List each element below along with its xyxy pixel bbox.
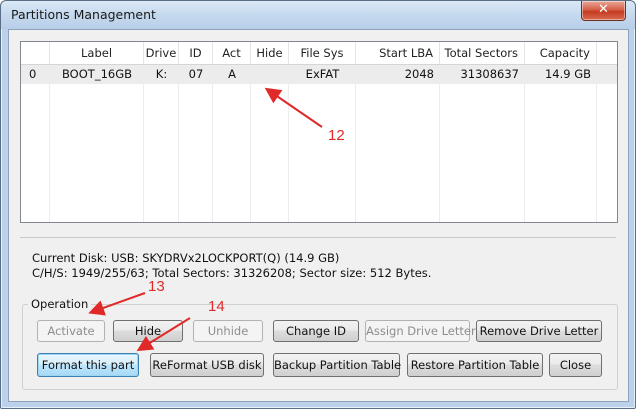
cell-drive: K: (155, 67, 168, 81)
column-divider (178, 65, 179, 222)
operation-group (22, 304, 618, 390)
restore-partition-table-button[interactable]: Restore Partition Table (407, 353, 543, 377)
activate-button[interactable]: Activate (37, 320, 105, 342)
cell-startlba: 2048 (404, 67, 434, 81)
column-divider (250, 65, 251, 222)
cell-label: BOOT_16GB (62, 67, 132, 81)
col-index-header[interactable] (21, 42, 50, 64)
close-window-button[interactable]: ✕ (581, 1, 626, 21)
current-disk-text: Current Disk: USB: SKYDRVx2LOCKPORT(Q) (… (32, 251, 340, 265)
cell-act: A (228, 67, 236, 81)
close-button[interactable]: Close (549, 353, 602, 377)
column-divider (524, 65, 525, 222)
disk-info-panel: Current Disk: USB: SKYDRVx2LOCKPORT(Q) (… (20, 237, 616, 284)
operation-group-label: Operation (28, 297, 92, 311)
backup-partition-table-button[interactable]: Backup Partition Table (273, 353, 401, 377)
column-divider (355, 65, 356, 222)
col-hide-header[interactable]: Hide (251, 42, 289, 64)
column-divider (143, 65, 144, 222)
assign-drive-letter-button[interactable]: Assign Drive Letter (365, 320, 476, 342)
hide-button[interactable]: Hide (113, 320, 183, 342)
cell-totalsectors: 31308637 (460, 67, 519, 81)
col-drive-header[interactable]: Drive (144, 42, 179, 64)
column-divider (49, 65, 50, 222)
unhide-button[interactable]: Unhide (193, 320, 263, 342)
column-divider (439, 65, 440, 222)
cell-index: 0 (29, 67, 37, 81)
annotation-14: 14 (208, 298, 225, 315)
column-divider (288, 65, 289, 222)
chs-info-text: C/H/S: 1949/255/63; Total Sectors: 31326… (32, 266, 432, 280)
window-title: Partitions Management (11, 7, 156, 22)
partitions-table[interactable]: Label Drive ID Act Hide File Sys Start L… (20, 41, 618, 223)
format-partition-button[interactable]: Format this part (37, 353, 139, 377)
dialog-body: Label Drive ID Act Hide File Sys Start L… (8, 29, 629, 402)
col-id-header[interactable]: ID (179, 42, 213, 64)
col-totalsectors-header[interactable]: Total Sectors (440, 42, 525, 64)
cell-filesys: ExFAT (305, 67, 340, 81)
cell-capacity: 14.9 GB (544, 67, 591, 81)
table-row[interactable]: 0 BOOT_16GB K: 07 A ExFAT 2048 31308637 … (21, 65, 617, 84)
col-startlba-header[interactable]: Start LBA (356, 42, 440, 64)
col-filesys-header[interactable]: File Sys (289, 42, 356, 64)
cell-hide (251, 65, 289, 84)
col-act-header[interactable]: Act (213, 42, 251, 64)
col-label-header[interactable]: Label (50, 42, 144, 64)
change-id-button[interactable]: Change ID (273, 320, 359, 342)
partitions-window: Partitions Management ✕ Label Drive ID A… (0, 0, 636, 409)
annotation-13: 13 (148, 278, 165, 295)
remove-drive-letter-button[interactable]: Remove Drive Letter (476, 320, 602, 342)
annotation-12: 12 (328, 127, 345, 144)
col-capacity-header[interactable]: Capacity (525, 42, 597, 64)
title-bar: Partitions Management ✕ (1, 1, 635, 29)
column-divider (212, 65, 213, 222)
table-header: Label Drive ID Act Hide File Sys Start L… (21, 42, 617, 65)
cell-id: 07 (188, 67, 204, 81)
reformat-usb-button[interactable]: ReFormat USB disk (150, 353, 264, 377)
column-divider (596, 65, 597, 222)
